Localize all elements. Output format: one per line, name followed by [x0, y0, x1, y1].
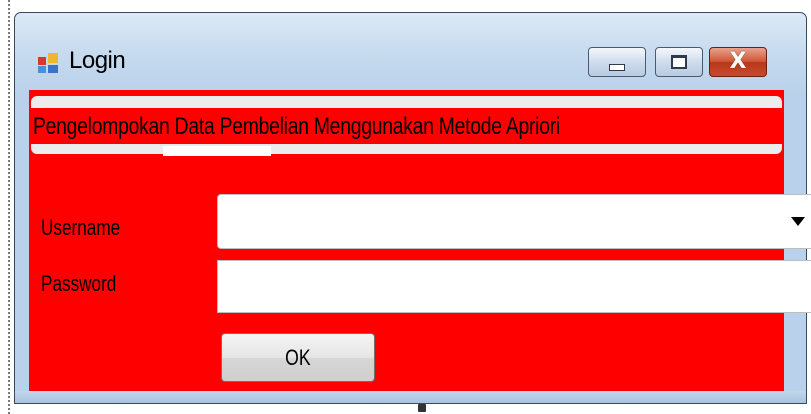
dropdown-arrow-icon[interactable] — [791, 217, 805, 226]
header-title: Pengelompokan Data Pembelian Menggunakan… — [33, 113, 560, 140]
login-window: Login X Pengelompokan Data Pembelian Men… — [14, 12, 811, 404]
window-title: Login — [69, 47, 126, 74]
minimize-icon — [609, 63, 625, 71]
title-bar[interactable]: Login X — [15, 13, 806, 88]
maximize-icon — [671, 55, 687, 69]
username-combobox[interactable] — [217, 194, 811, 249]
desktop-edge — [8, 0, 12, 414]
maximize-button[interactable] — [655, 47, 703, 77]
header-bar: Pengelompokan Data Pembelian Menggunakan… — [31, 96, 782, 156]
header-panel: Pengelompokan Data Pembelian Menggunakan… — [29, 90, 784, 156]
window-bottom-border — [15, 391, 806, 403]
username-label: Username — [41, 215, 121, 240]
password-field[interactable] — [217, 260, 811, 313]
close-icon: X — [729, 49, 747, 74]
header-divider — [163, 146, 271, 156]
ok-button-label: OK — [285, 344, 311, 370]
password-label: Password — [41, 271, 117, 296]
minimize-button[interactable] — [588, 47, 646, 77]
ok-button[interactable]: OK — [221, 333, 375, 382]
form-client-area: Pengelompokan Data Pembelian Menggunakan… — [29, 90, 811, 392]
close-button[interactable]: X — [709, 47, 767, 77]
mouse-cursor — [418, 404, 426, 412]
windows-form-icon — [38, 53, 58, 73]
